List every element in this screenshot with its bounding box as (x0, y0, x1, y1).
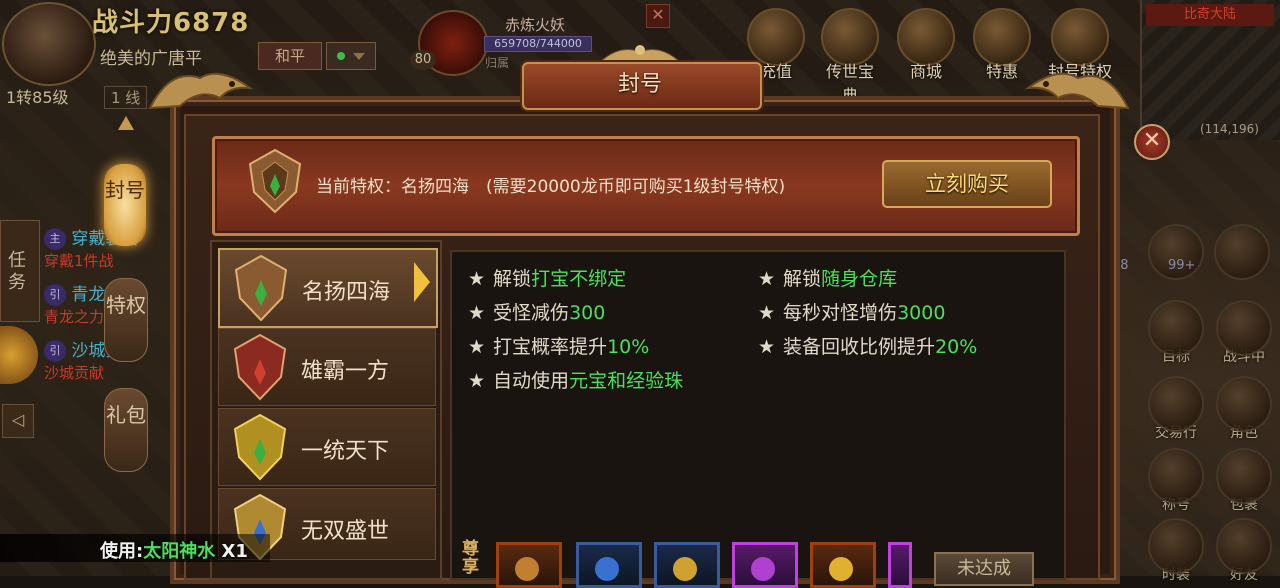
crest-ornament-icon (600, 45, 680, 63)
perk-item: ★ 受怪减伤300 (468, 302, 606, 324)
perk-item: ★ 打宝概率提升10% (468, 336, 650, 358)
title-emblem-icon (248, 148, 302, 214)
auto-button[interactable] (1212, 224, 1272, 280)
title-emblem-icon (233, 333, 287, 401)
reward-item[interactable] (810, 542, 876, 588)
sword-icon (1216, 300, 1272, 356)
mode-dropdown[interactable] (326, 42, 376, 70)
trade-icon (1148, 376, 1204, 432)
reward-item[interactable] (576, 542, 642, 588)
star-icon: ★ (468, 370, 486, 392)
quest-type-icon: 引 (44, 340, 66, 362)
target-name: 赤炼火妖 (505, 16, 566, 34)
reward-item[interactable] (888, 542, 912, 588)
close-panel-button[interactable]: ✕ (1134, 124, 1170, 160)
dragon-ornament-icon (148, 72, 254, 110)
star-icon: ★ (758, 302, 776, 324)
target-hp-bar: 659708/744000 (484, 36, 592, 52)
privilege-status-text: 当前特权：名扬四海 (需要20000龙币即可购买1级封号特权) (316, 177, 786, 197)
dragon-ornament-icon (1024, 72, 1130, 110)
chevron-down-icon (353, 53, 365, 60)
tab-gift[interactable]: 礼包 (104, 388, 148, 472)
target-icon (1148, 300, 1204, 356)
emblem-item-icon (515, 557, 539, 581)
bag-button[interactable]: 包裹 (1214, 448, 1274, 514)
reward-item[interactable] (732, 542, 798, 588)
buy-now-button[interactable]: 立刻购买 (882, 160, 1052, 208)
status-dot-icon (337, 52, 345, 60)
task-tab-label: 任务 (8, 250, 26, 293)
gold-ingot-icon (829, 557, 853, 581)
collapse-arrow-icon[interactable]: ◁ (2, 404, 34, 438)
title-emblem-icon (233, 413, 287, 481)
title-list-item[interactable]: 一统天下 (218, 408, 436, 486)
star-icon: ★ (468, 268, 486, 290)
reward-label: 尊享 (462, 539, 479, 577)
map-name: 比奇大陆 (1146, 4, 1274, 26)
star-icon: ★ (758, 268, 776, 290)
perk-item: ★ 解锁打宝不绑定 (468, 268, 627, 290)
character-button[interactable]: 角色 (1214, 376, 1274, 442)
perk-item: ★ 装备回收比例提升20% (758, 336, 978, 358)
tab-privilege[interactable]: 特权 (104, 278, 148, 362)
target-level: 80 (410, 50, 436, 70)
friends-icon (1216, 518, 1272, 574)
tab-title[interactable]: 封号 (104, 164, 146, 246)
title-emblem-icon (234, 254, 288, 322)
star-icon: ★ (468, 336, 486, 358)
fashion-icon (1148, 518, 1204, 574)
title-list-item[interactable]: 名扬四海 (218, 248, 438, 328)
crossed-icon (1214, 224, 1270, 280)
bag-icon (1216, 448, 1272, 504)
quest-type-icon: 引 (44, 284, 66, 306)
battle-button[interactable]: 战斗中 (1214, 300, 1274, 366)
perk-item: ★ 解锁随身仓库 (758, 268, 898, 290)
target-button[interactable]: 目标 (1146, 300, 1206, 366)
selected-arrow-icon (414, 262, 430, 302)
crystal-item-icon (595, 557, 619, 581)
combat-power: 战斗力6878 (92, 8, 250, 38)
shop-button[interactable]: 商城 (896, 8, 956, 82)
panel-title: 封号 (617, 72, 662, 97)
star-icon: ★ (758, 336, 776, 358)
map-coordinates: (114,196) (1200, 122, 1259, 136)
fashion-button[interactable]: 时装 (1146, 518, 1206, 584)
friends-button[interactable]: 好友 (1214, 518, 1274, 584)
pk-mode-button[interactable]: 和平 (258, 42, 322, 70)
player-avatar[interactable] (2, 2, 96, 86)
usage-notice: 使用:太阳神水 X1 (100, 541, 248, 562)
lantern-cap-icon (118, 116, 134, 130)
not-reached-button[interactable]: 未达成 (934, 552, 1034, 586)
badge-count: 99+ (1168, 258, 1196, 273)
purple-orb-icon (751, 557, 775, 581)
trade-button[interactable]: 交易行 (1146, 376, 1206, 442)
player-level: 1转85级 (6, 88, 69, 107)
title-list-item[interactable]: 雄霸一方 (218, 328, 436, 406)
title-button[interactable]: 称号 (1146, 448, 1206, 514)
reward-item[interactable] (654, 542, 720, 588)
legend-book-button[interactable]: 传世宝典 (820, 8, 880, 106)
perk-item: ★ 每秒对怪增伤3000 (758, 302, 946, 324)
title-icon (1148, 448, 1204, 504)
character-icon (1216, 376, 1272, 432)
star-icon: ★ (468, 302, 486, 324)
perk-item: ★ 自动使用元宝和经验珠 (468, 370, 684, 392)
target-owner: 归属 (485, 56, 510, 70)
reward-item[interactable] (496, 542, 562, 588)
quest-type-icon: 主 (44, 228, 66, 250)
gold-ingot-icon (673, 557, 697, 581)
target-close-icon[interactable]: ✕ (646, 4, 670, 28)
